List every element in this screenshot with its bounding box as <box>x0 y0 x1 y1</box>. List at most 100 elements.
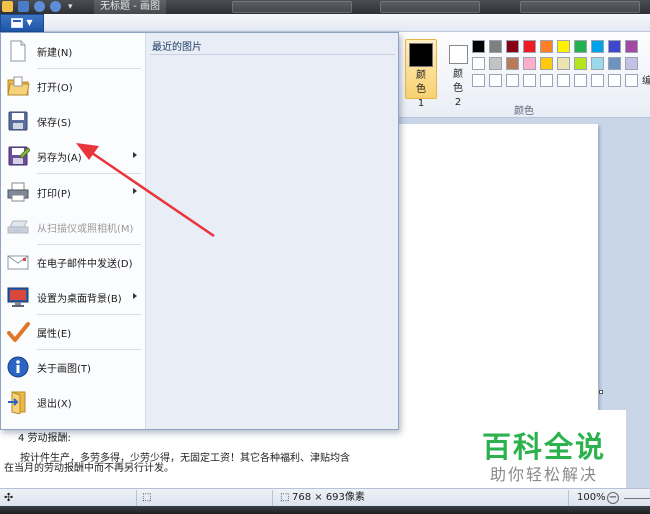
paint-menu-icon <box>11 18 24 28</box>
submenu-arrow-icon <box>133 188 137 194</box>
properties-check-icon <box>6 320 30 344</box>
palette-swatch[interactable] <box>506 40 519 53</box>
save-quick-icon[interactable] <box>18 1 29 12</box>
file-menu-item[interactable]: 另存为(A) <box>1 138 145 173</box>
palette-swatch[interactable] <box>608 40 621 53</box>
file-menu-item[interactable]: 新建(N) <box>1 33 145 68</box>
status-divider <box>136 490 137 506</box>
submenu-arrow-icon <box>133 293 137 299</box>
palette-swatch[interactable] <box>540 40 553 53</box>
file-menu-item-label: 退出(X) <box>37 399 72 410</box>
window-title-bar: ▾ 无标题 - 画图 <box>0 0 650 14</box>
palette-swatch[interactable] <box>472 57 485 70</box>
file-menu-item[interactable]: 在电子邮件中发送(D) <box>1 244 145 279</box>
palette-swatch[interactable] <box>540 74 553 87</box>
file-menu-button[interactable]: ▼ <box>0 14 44 32</box>
file-menu-item[interactable]: 从扫描仪或照相机(M) <box>1 209 145 244</box>
palette-swatch[interactable] <box>523 74 536 87</box>
zoom-slider[interactable] <box>624 498 650 499</box>
status-divider <box>568 490 569 506</box>
palette-swatch[interactable] <box>557 57 570 70</box>
submenu-arrow-icon <box>133 152 137 158</box>
palette-swatch[interactable] <box>591 74 604 87</box>
selection-size-icon: ⬚ <box>142 492 152 503</box>
desktop-background-icon <box>6 285 30 309</box>
palette-swatch[interactable] <box>506 74 519 87</box>
doc-heading: 4 劳动报酬: <box>18 433 71 444</box>
palette-swatch[interactable] <box>540 57 553 70</box>
file-menu-item[interactable]: 设置为桌面背景(B) <box>1 279 145 314</box>
quick-access-dropdown-icon[interactable]: ▾ <box>68 2 73 12</box>
color2-button[interactable]: 颜色 2 <box>442 39 474 108</box>
window-title: 无标题 - 画图 <box>94 0 166 14</box>
palette-swatch[interactable] <box>472 74 485 87</box>
canvas-resize-handle[interactable] <box>599 390 603 394</box>
file-menu-item-label: 新建(N) <box>37 48 73 59</box>
save-as-icon <box>6 144 31 168</box>
ribbon-tab-row <box>0 14 650 32</box>
taskbar-tab[interactable] <box>520 1 640 13</box>
palette-swatch[interactable] <box>523 40 536 53</box>
colors-group-label: 颜色 <box>514 106 534 117</box>
palette-swatch[interactable] <box>489 40 502 53</box>
palette-swatch[interactable] <box>574 40 587 53</box>
paint-app-icon[interactable] <box>2 1 13 12</box>
palette-swatch[interactable] <box>506 57 519 70</box>
recent-divider <box>150 54 395 55</box>
undo-icon[interactable] <box>34 1 45 12</box>
file-menu-item[interactable]: 退出(X) <box>1 384 145 419</box>
file-menu-item[interactable]: 保存(S) <box>1 103 145 138</box>
file-menu-item-label: 保存(S) <box>37 118 72 129</box>
taskbar-tab[interactable] <box>232 1 352 13</box>
palette-swatch[interactable] <box>608 57 621 70</box>
file-menu-item[interactable]: 属性(E) <box>1 314 145 349</box>
palette-swatch[interactable] <box>591 57 604 70</box>
info-icon <box>6 355 30 379</box>
file-menu-item-label: 打印(P) <box>37 189 71 200</box>
file-menu-list: 新建(N) 打开(O) 保存(S) 另存为(A) 打印(P) 从扫描仪或照相机(M) 在电子… <box>1 33 145 429</box>
file-menu-item[interactable]: 关于画图(T) <box>1 349 145 384</box>
color1-swatch <box>409 43 433 67</box>
status-divider <box>272 490 273 506</box>
new-file-icon <box>6 39 30 63</box>
file-menu-item-label: 属性(E) <box>37 329 72 340</box>
open-folder-icon <box>6 74 30 98</box>
scanner-icon <box>6 215 30 239</box>
file-menu-item[interactable]: 打开(O) <box>1 68 145 103</box>
exit-icon <box>6 390 30 415</box>
image-size-text: 768 × 693像素 <box>292 492 365 503</box>
zoom-out-button[interactable]: − <box>607 492 619 504</box>
palette-swatch[interactable] <box>489 74 502 87</box>
file-menu: 新建(N) 打开(O) 保存(S) 另存为(A) 打印(P) 从扫描仪或照相机(M) 在电子… <box>0 32 399 430</box>
file-menu-item-label: 另存为(A) <box>37 153 82 164</box>
edit-colors-label[interactable]: 编 <box>642 72 650 87</box>
file-menu-item[interactable]: 打印(P) <box>1 174 145 209</box>
status-bar: ✣ ⬚ ⬚ 768 × 693像素 100% − <box>0 488 650 506</box>
file-menu-item-label: 设置为桌面背景(B) <box>37 294 122 305</box>
color1-button[interactable]: 颜色 1 <box>405 39 437 109</box>
taskbar-tab[interactable] <box>380 1 480 13</box>
palette-swatch[interactable] <box>574 57 587 70</box>
printer-icon <box>6 180 30 204</box>
save-disk-icon <box>6 109 30 133</box>
palette-swatch[interactable] <box>625 40 638 53</box>
palette-swatch[interactable] <box>557 40 570 53</box>
file-menu-item-label: 在电子邮件中发送(D) <box>37 259 133 270</box>
watermark-subtitle: 助你轻松解决 <box>490 465 599 484</box>
palette-swatch[interactable] <box>489 57 502 70</box>
palette-swatch[interactable] <box>625 57 638 70</box>
palette-swatch[interactable] <box>608 74 621 87</box>
palette-swatch[interactable] <box>591 40 604 53</box>
palette-swatch[interactable] <box>574 74 587 87</box>
palette-swatch[interactable] <box>625 74 638 87</box>
email-icon <box>6 250 30 274</box>
move-cursor-icon: ✣ <box>4 491 14 504</box>
palette-swatch[interactable] <box>557 74 570 87</box>
redo-icon[interactable] <box>50 1 61 12</box>
doc-line: 在当月的劳动报酬中而不再另行计发。 <box>4 463 174 474</box>
chevron-down-icon: ▼ <box>26 18 33 27</box>
watermark-logo: 百科全说 助你轻松解决 <box>460 410 626 488</box>
palette-swatch[interactable] <box>472 40 485 53</box>
file-menu-item-label: 从扫描仪或照相机(M) <box>37 224 134 235</box>
palette-swatch[interactable] <box>523 57 536 70</box>
